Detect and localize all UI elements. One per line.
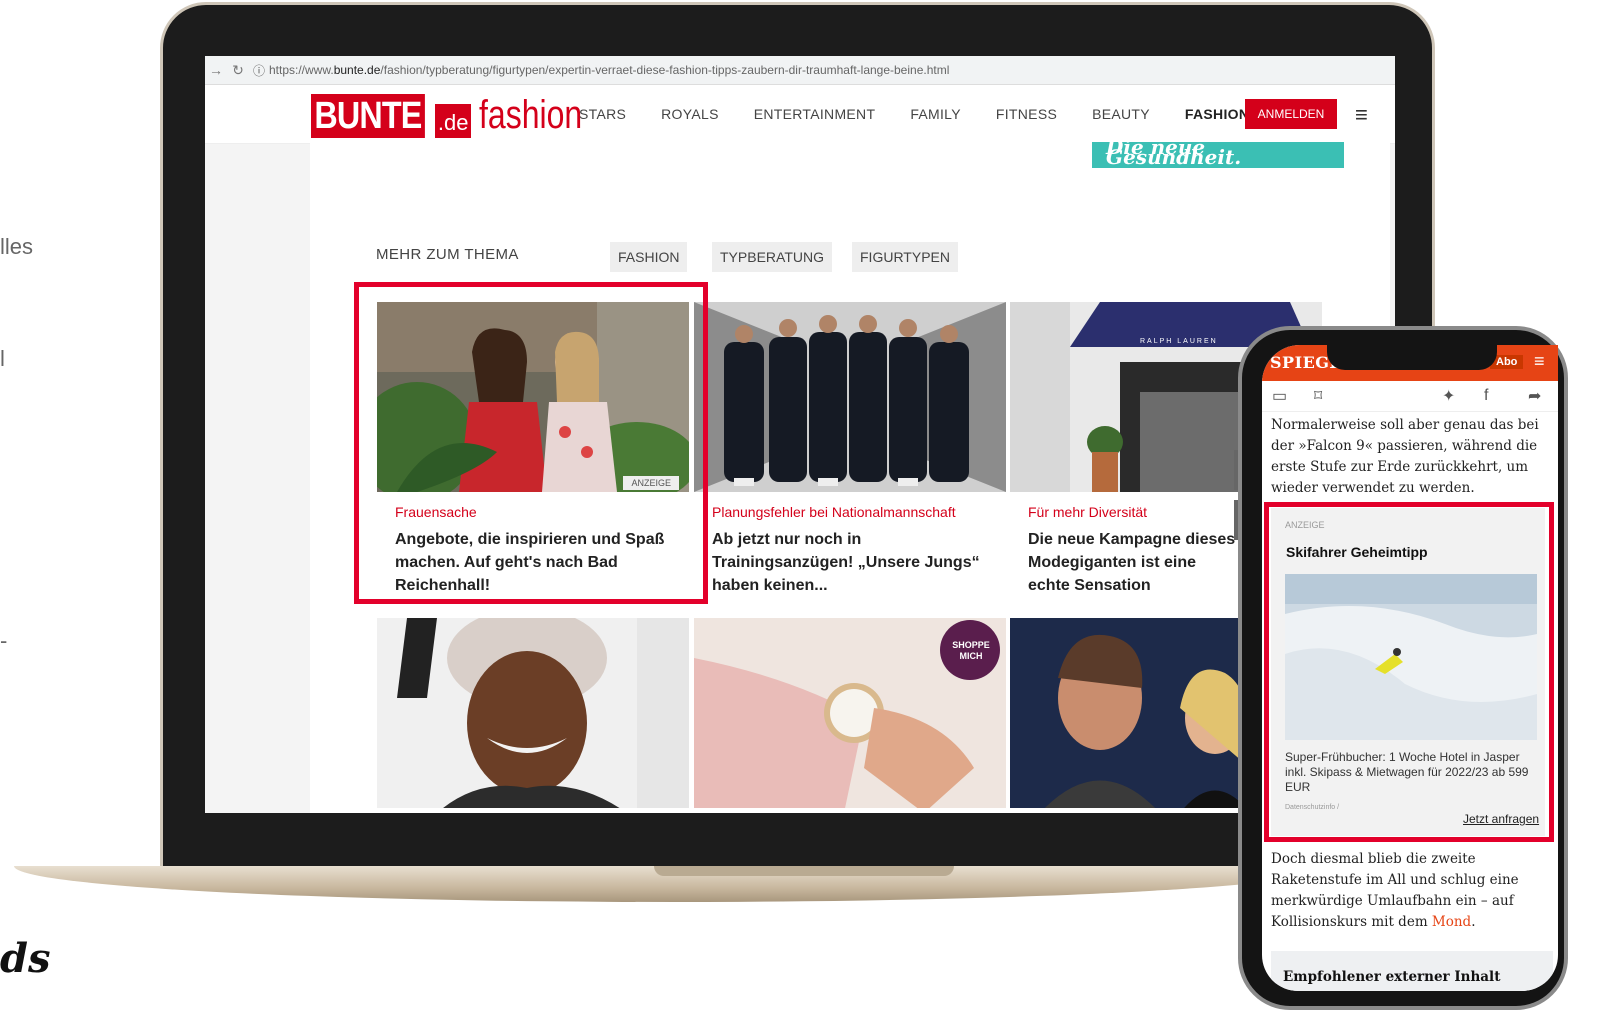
- recommended-heading: Empfohlener externer Inhalt: [1283, 969, 1501, 985]
- slide-text-fragment: -: [0, 628, 8, 653]
- teaser-kicker: Für mehr Diversität: [1028, 504, 1148, 520]
- main-nav: STARS ROYALS ENTERTAINMENT FAMILY FITNES…: [579, 85, 1284, 143]
- share-icon[interactable]: ➦: [1528, 386, 1541, 406]
- laptop-base: [14, 866, 1334, 902]
- teaser-image-watch[interactable]: SHOPPE MICH: [694, 618, 1006, 808]
- comment-icon[interactable]: ▭: [1272, 386, 1287, 406]
- nav-stars[interactable]: STARS: [579, 106, 626, 122]
- more-on-topic-label: MEHR ZUM THEMA: [376, 246, 519, 263]
- teaser-kicker: Planungsfehler bei Nationalmannschaft: [712, 504, 956, 520]
- login-button[interactable]: ANMELDEN: [1245, 99, 1337, 129]
- promo-banner[interactable]: Die neue Gesundheit.: [1092, 142, 1344, 168]
- url-field[interactable]: https://www.bunte.de/fashion/typberatung…: [269, 63, 949, 77]
- phone-notch: [1327, 340, 1497, 370]
- teaser-image-celebrities[interactable]: [1010, 618, 1250, 808]
- menu-icon[interactable]: ≡: [1534, 351, 1545, 372]
- bunte-logo[interactable]: BUNTE .de fashion: [311, 93, 608, 138]
- info-icon[interactable]: ⓘ: [249, 62, 269, 79]
- tag-typberatung[interactable]: TYPBERATUNG: [712, 242, 832, 272]
- article-paragraph: Doch diesmal blieb die zweite Raketenstu…: [1271, 851, 1519, 930]
- bookmark-icon[interactable]: ⌑: [1314, 386, 1322, 406]
- teaser-headline[interactable]: Die neue Kampagne dieses Modegiganten is…: [1028, 528, 1238, 598]
- teaser-headline[interactable]: Ab jetzt nur noch in Trainingsanzügen! „…: [712, 528, 1002, 597]
- teaser-image-turban-model[interactable]: [377, 618, 689, 808]
- slide-script-fragment: ds: [0, 935, 51, 982]
- nav-entertainment[interactable]: ENTERTAINMENT: [754, 106, 876, 122]
- nav-fashion[interactable]: FASHION: [1185, 106, 1249, 122]
- site-header: BUNTE .de fashion STARS ROYALS ENTERTAIN…: [205, 85, 1395, 144]
- nav-beauty[interactable]: BEAUTY: [1092, 106, 1150, 122]
- nav-royals[interactable]: ROYALS: [661, 106, 719, 122]
- article-paragraph: Normalerweise soll aber genau das bei de…: [1271, 417, 1539, 496]
- article-toolbar: ▭ ⌑ ✦ f ➦: [1262, 381, 1558, 412]
- reload-icon[interactable]: ↻: [227, 62, 249, 79]
- teaser-image-team: [694, 302, 1006, 492]
- teaser-card[interactable]: Planungsfehler bei Nationalmannschaft Ab…: [694, 302, 1006, 614]
- nav-family[interactable]: FAMILY: [910, 106, 961, 122]
- store-sign: RALPH LAUREN: [1140, 338, 1218, 345]
- browser-address-bar: → ↻ ⓘ https://www.bunte.de/fashion/typbe…: [205, 56, 1395, 85]
- highlight-frame-laptop-ad: [354, 282, 708, 604]
- twitter-icon[interactable]: ✦: [1442, 386, 1455, 406]
- hamburger-menu-icon[interactable]: ≡: [1355, 102, 1368, 128]
- highlight-frame-phone-ad: [1264, 502, 1554, 842]
- shoppe-badge: SHOPPE MICH: [952, 640, 990, 661]
- slide-text-fragment: lles: [0, 234, 34, 259]
- facebook-icon[interactable]: f: [1484, 387, 1488, 405]
- tag-fashion[interactable]: FASHION: [610, 242, 688, 272]
- recommended-external-content: Empfohlener externer Inhalt: [1271, 951, 1553, 991]
- forward-icon[interactable]: →: [205, 62, 227, 78]
- nav-fitness[interactable]: FITNESS: [996, 106, 1057, 122]
- slide-text-fragment: l: [0, 346, 5, 371]
- moon-link[interactable]: Mond: [1432, 914, 1471, 930]
- tag-figurtypen[interactable]: FIGURTYPEN: [852, 242, 958, 272]
